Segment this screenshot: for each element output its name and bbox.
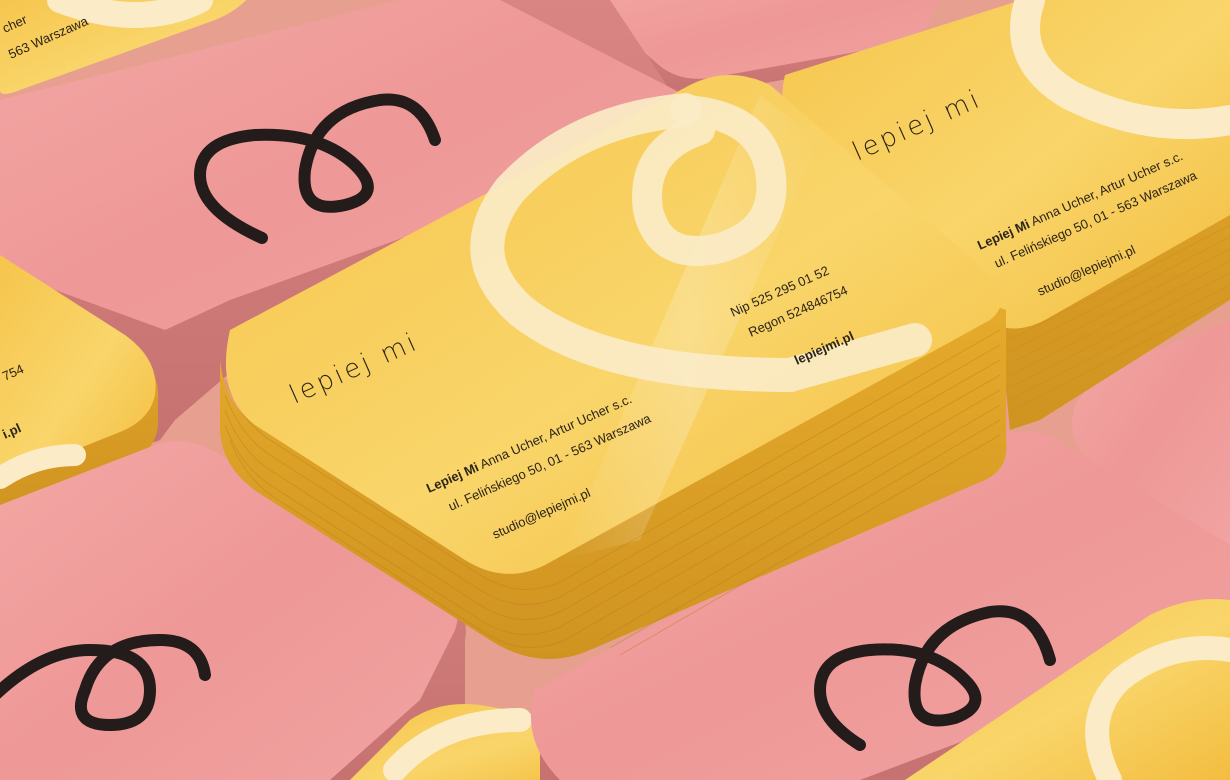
cards-illustration xyxy=(0,0,1230,780)
business-card-mockup-scene: lepiej mi Lepiej Mi Anna Ucher, Artur Uc… xyxy=(0,0,1230,780)
